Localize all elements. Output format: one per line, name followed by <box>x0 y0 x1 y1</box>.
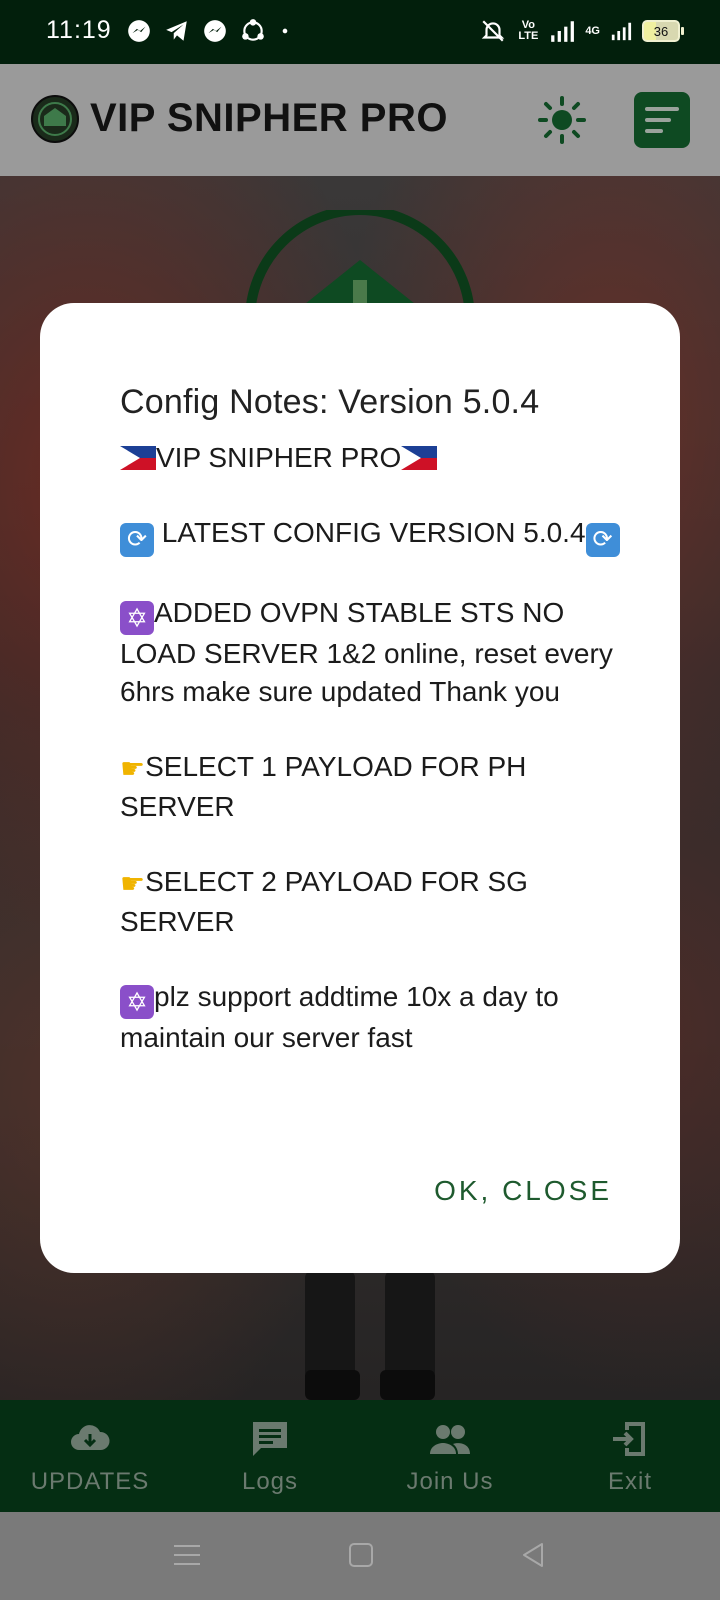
share-icon <box>242 19 264 41</box>
signal-icon <box>551 21 575 42</box>
notes-brand-line: VIP SNIPHER PRO <box>120 439 620 477</box>
boots-image <box>305 1270 435 1400</box>
notes-select2-line: ☛SELECT 2 PAYLOAD FOR SG SERVER <box>120 863 620 941</box>
recent-apps-icon[interactable] <box>172 1540 202 1570</box>
notes-added-text: ADDED OVPN STABLE STS NO LOAD SERVER 1&2… <box>120 597 613 707</box>
notification-icons <box>126 18 292 44</box>
notes-support-line: ✡ plz support addtime 10x a day to mainta… <box>120 978 620 1057</box>
notes-select1-text: SELECT 1 PAYLOAD FOR PH SERVER <box>120 751 527 822</box>
network-type: 4G <box>585 24 600 37</box>
menu-button[interactable] <box>634 92 690 148</box>
message-icon <box>253 1422 287 1456</box>
nav-updates[interactable]: UPDATES <box>0 1400 180 1512</box>
group-icon <box>430 1425 470 1454</box>
ok-close-button[interactable]: OK, CLOSE <box>434 1175 612 1207</box>
notes-brand-text: VIP SNIPHER PRO <box>156 442 402 473</box>
menu-icon <box>645 107 679 133</box>
logo-icon <box>31 95 79 143</box>
telegram-icon <box>166 21 187 41</box>
system-navigation-bar <box>0 1512 720 1600</box>
messenger-icon <box>204 20 226 42</box>
nav-label: Join Us <box>406 1468 494 1495</box>
notes-added-line: ✡ ADDED OVPN STABLE STS NO LOAD SERVER 1&… <box>120 594 620 711</box>
config-notes-dialog: Config Notes: Version 5.0.4 VIP SNIPHER … <box>40 303 680 1273</box>
nav-label: Exit <box>607 1468 652 1495</box>
sun-icon[interactable] <box>538 96 586 144</box>
notes-support-text: plz support addtime 10x a day to maintai… <box>120 981 559 1053</box>
notes-select1-line: ☛SELECT 1 PAYLOAD FOR PH SERVER <box>120 748 620 826</box>
notes-latest-text: LATEST CONFIG VERSION 5.0.4 <box>154 517 586 548</box>
app-bar: VIP SNIPHER PRO <box>0 64 720 176</box>
notes-latest-line: ⟳ LATEST CONFIG VERSION 5.0.4 ⟳ <box>120 514 620 557</box>
pointing-hand-icon: ☛ <box>120 868 146 899</box>
status-time: 11:19 <box>46 16 112 44</box>
philippines-flag-icon <box>401 446 438 470</box>
volte-label: Vo LTE <box>518 19 539 42</box>
home-icon[interactable] <box>346 1540 376 1570</box>
nav-label: Logs <box>241 1468 299 1495</box>
mute-icon <box>482 20 505 42</box>
battery-icon: 36 <box>642 20 684 42</box>
system-status-icons: Vo LTE 4G 36 <box>479 18 684 44</box>
status-bar: 11:19 Vo LTE 4G 36 <box>0 0 720 64</box>
cloud-download-icon <box>71 1425 110 1450</box>
refresh-icon: ⟳ <box>120 523 154 557</box>
more-notifications-icon <box>282 28 288 34</box>
pointing-hand-icon: ☛ <box>120 753 146 784</box>
exit-icon <box>613 1422 645 1456</box>
nav-join-us[interactable]: Join Us <box>360 1400 540 1512</box>
star-of-david-icon: ✡ <box>120 985 154 1019</box>
dialog-title: Config Notes: Version 5.0.4 <box>120 383 540 421</box>
battery-level: 36 <box>653 23 669 39</box>
nav-exit[interactable]: Exit <box>540 1400 720 1512</box>
dialog-body: VIP SNIPHER PRO ⟳ LATEST CONFIG VERSION … <box>120 439 620 1094</box>
bottom-navigation: UPDATES Logs Join Us Exit <box>0 1400 720 1512</box>
signal-icon <box>611 22 632 41</box>
nav-label: UPDATES <box>30 1468 150 1495</box>
app-title: VIP SNIPHER PRO <box>90 96 448 140</box>
back-icon[interactable] <box>518 1540 548 1570</box>
star-of-david-icon: ✡ <box>120 601 154 635</box>
notes-select2-text: SELECT 2 PAYLOAD FOR SG SERVER <box>120 866 528 937</box>
philippines-flag-icon <box>120 446 156 470</box>
refresh-icon: ⟳ <box>585 523 620 557</box>
nav-logs[interactable]: Logs <box>180 1400 360 1512</box>
messenger-icon <box>128 20 150 42</box>
